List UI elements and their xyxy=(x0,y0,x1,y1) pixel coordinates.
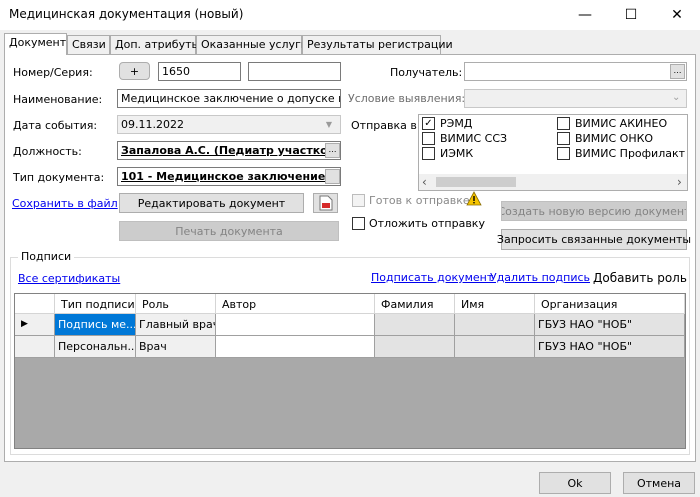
remd-checkbox[interactable]: ✓ xyxy=(422,117,435,130)
doc-type-label: Тип документа: xyxy=(13,171,105,184)
tab-document[interactable]: Документ xyxy=(4,33,67,55)
minimize-button[interactable]: — xyxy=(562,0,608,30)
ready-to-send-checkbox[interactable] xyxy=(352,194,365,207)
tab-services[interactable]: Оказанные услуги xyxy=(196,35,308,54)
vimis-ssz-checkbox[interactable] xyxy=(422,132,435,145)
iemk-checkbox[interactable] xyxy=(422,147,435,160)
edit-document-button[interactable]: Редактировать документ xyxy=(119,193,304,213)
close-button[interactable]: ✕ xyxy=(654,0,700,30)
maximize-button[interactable]: ☐ xyxy=(608,0,654,30)
chevron-down-icon: ⌄ xyxy=(672,92,681,103)
postpone-send-label: Отложить отправку xyxy=(369,217,485,230)
grid-row-header-corner xyxy=(15,294,55,314)
condition-label: Условие выявления: xyxy=(348,92,466,105)
all-certificates-link[interactable]: Все сертификаты xyxy=(18,272,120,285)
warning-icon xyxy=(466,191,482,206)
create-new-version-button[interactable]: Создать новую версию документ xyxy=(501,201,687,221)
col-header-signature-type[interactable]: Тип подписи xyxy=(55,294,136,314)
col-header-role[interactable]: Роль xyxy=(136,294,216,314)
table-row-1-last-name[interactable] xyxy=(375,314,455,336)
col-header-organization[interactable]: Организация xyxy=(535,294,685,314)
scroll-left-icon[interactable]: ‹ xyxy=(422,175,427,189)
vimis-onko-label: ВИМИС ОНКО xyxy=(575,132,654,145)
cancel-button[interactable]: Отмена xyxy=(623,472,695,494)
position-label: Должность: xyxy=(13,145,82,158)
table-row-1-author[interactable] xyxy=(216,314,375,336)
add-role-link[interactable]: Добавить роль xyxy=(593,271,687,285)
table-row-2-last-name[interactable] xyxy=(375,336,455,358)
vimis-akineo-label: ВИМИС АКИНЕО xyxy=(575,117,668,130)
doc-type-input[interactable]: 101 - Медицинское заключение о xyxy=(117,167,341,186)
delete-signature-link[interactable]: Удалить подпись xyxy=(490,271,590,284)
table-row-2-organization[interactable]: ГБУЗ НАО "НОБ" xyxy=(535,336,685,358)
send-to-label: Отправка в xyxy=(351,119,417,132)
signatures-group-label: Подписи xyxy=(18,250,75,263)
doc-type-browse-icon[interactable] xyxy=(325,169,340,184)
row-selector-2[interactable] xyxy=(15,336,55,358)
event-date-value: 09.11.2022 xyxy=(121,118,184,131)
col-header-first-name[interactable]: Имя xyxy=(455,294,535,314)
plus-button[interactable]: + xyxy=(119,62,150,80)
event-date-label: Дата события: xyxy=(13,119,98,132)
calendar-dropdown-icon[interactable]: ▼ xyxy=(320,117,338,132)
condition-select[interactable] xyxy=(464,89,687,108)
recipient-browse-icon[interactable]: … xyxy=(670,64,685,79)
row-selector[interactable]: ▶ xyxy=(15,314,55,336)
col-header-author[interactable]: Автор xyxy=(216,294,375,314)
number-input[interactable]: 1650 xyxy=(158,62,241,81)
tab-registration-results[interactable]: Результаты регистрации xyxy=(302,35,453,54)
vimis-ssz-label: ВИМИС ССЗ xyxy=(440,132,508,145)
name-input[interactable]: Медицинское заключение о допуске к вып xyxy=(117,89,341,108)
table-row-1-role[interactable]: Главный врач xyxy=(136,314,216,336)
tab-links[interactable]: Связи xyxy=(67,35,110,54)
position-browse-icon[interactable]: … xyxy=(325,143,340,158)
scroll-right-icon[interactable]: › xyxy=(677,175,682,189)
send-targets-scrollbar[interactable]: ‹ › xyxy=(419,174,687,190)
remd-label: РЭМД xyxy=(440,117,473,130)
ready-to-send-label: Готов к отправке xyxy=(369,194,470,207)
vimis-onko-checkbox[interactable] xyxy=(557,132,570,145)
window-title: Медицинская документация (новый) xyxy=(9,7,244,21)
tab-extra-attributes[interactable]: Доп. атрибуты xyxy=(110,35,200,54)
ok-button[interactable]: Ok xyxy=(539,472,611,494)
recipient-input[interactable] xyxy=(464,62,687,81)
vimis-akineo-checkbox[interactable] xyxy=(557,117,570,130)
name-label: Наименование: xyxy=(13,93,103,106)
request-linked-docs-button[interactable]: Запросить связанные документы xyxy=(497,229,691,250)
table-row-2-type[interactable]: Персональн... xyxy=(55,336,136,358)
table-row-1-first-name[interactable] xyxy=(455,314,535,336)
event-date-input: 09.11.2022 xyxy=(117,115,341,134)
col-header-last-name[interactable]: Фамилия xyxy=(375,294,455,314)
print-document-button[interactable]: Печать документа xyxy=(119,221,339,241)
current-row-icon: ▶ xyxy=(21,319,28,329)
title-bar: Медицинская документация (новый) — ☐ ✕ xyxy=(0,0,700,30)
vimis-prof-checkbox[interactable] xyxy=(557,147,570,160)
table-row-2-role[interactable]: Врач xyxy=(136,336,216,358)
pdf-export-button[interactable] xyxy=(313,193,338,213)
vimis-prof-label: ВИМИС Профилактик xyxy=(575,147,686,160)
sign-document-link[interactable]: Подписать документ xyxy=(371,271,493,284)
save-to-file-link[interactable]: Сохранить в файл xyxy=(12,197,118,210)
scroll-thumb[interactable] xyxy=(436,177,516,187)
table-row-2-author[interactable] xyxy=(216,336,375,358)
iemk-label: ИЭМК xyxy=(440,147,474,160)
position-input[interactable]: Запалова А.С. (Педиатр участковы xyxy=(117,141,341,160)
recipient-label: Получатель: xyxy=(390,66,463,79)
table-row-1-organization[interactable]: ГБУЗ НАО "НОБ" xyxy=(535,314,685,336)
pdf-file-icon xyxy=(319,195,332,211)
table-row-1-type[interactable]: Подпись ме... xyxy=(55,314,136,336)
number-label: Номер/Серия: xyxy=(13,66,93,79)
series-input[interactable] xyxy=(248,62,341,81)
table-row-2-first-name[interactable] xyxy=(455,336,535,358)
postpone-send-checkbox[interactable] xyxy=(352,217,365,230)
